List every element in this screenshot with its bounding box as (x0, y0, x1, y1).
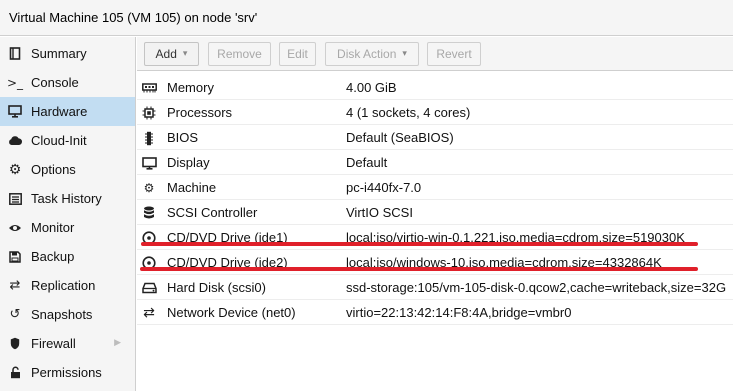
row-value: 4.00 GiB (346, 80, 397, 95)
chip-icon (141, 130, 157, 146)
annotation-underline (141, 242, 698, 246)
sidebar-item-label: Permissions (31, 365, 102, 380)
sidebar-item-label: Summary (31, 46, 87, 61)
terminal-icon: >_ (6, 75, 24, 90)
row-key: Hard Disk (scsi0) (167, 280, 266, 295)
desktop-icon (141, 155, 157, 171)
cloud-icon (8, 134, 22, 148)
monitor-icon (8, 105, 22, 119)
remove-button[interactable]: Remove (208, 42, 271, 66)
annotation-underline (140, 267, 698, 271)
sidebar-item-label: Console (31, 75, 79, 90)
sidebar-item-backup[interactable]: Backup (0, 242, 135, 271)
row-value: 4 (1 sockets, 4 cores) (346, 105, 471, 120)
row-key: SCSI Controller (167, 205, 258, 220)
row-value: Default (SeaBIOS) (346, 130, 454, 145)
add-button-label: Add (155, 47, 177, 61)
sidebar-item-label: Options (31, 162, 76, 177)
table-row[interactable]: ⚙ Machine pc-i440fx-7.0 (137, 175, 733, 200)
table-row[interactable]: Processors 4 (1 sockets, 4 cores) (137, 100, 733, 125)
disk-action-button-label: Disk Action (337, 47, 397, 61)
sidebar-item-summary[interactable]: Summary (0, 39, 135, 68)
chevron-down-icon: ▾ (182, 49, 188, 59)
sidebar-item-label: Cloud-Init (31, 133, 87, 148)
sidebar-item-monitor[interactable]: Monitor (0, 213, 135, 242)
sidebar-item-label: Replication (31, 278, 96, 293)
table-row[interactable]: CD/DVD Drive (ide1) local:iso/virtio-win… (137, 225, 733, 250)
sidebar-item-snapshots[interactable]: ↺ Snapshots (0, 300, 135, 329)
row-key: Processors (167, 105, 233, 120)
sidebar-item-firewall[interactable]: Firewall ▶ (0, 329, 135, 358)
remove-button-label: Remove (217, 47, 262, 61)
table-row[interactable]: Display Default (137, 150, 733, 175)
sidebar-item-label: Monitor (31, 220, 75, 235)
row-value: ssd-storage:105/vm-105-disk-0.qcow2,cach… (346, 280, 727, 295)
eye-icon (8, 221, 22, 235)
table-row[interactable]: BIOS Default (SeaBIOS) (137, 125, 733, 150)
table-row[interactable]: Memory 4.00 GiB (137, 75, 733, 100)
book-icon (8, 47, 22, 61)
sidebar-item-hardware[interactable]: Hardware (0, 97, 135, 126)
table-row[interactable]: SCSI Controller VirtIO SCSI (137, 200, 733, 225)
row-key: BIOS (167, 130, 199, 145)
revert-button-label: Revert (436, 47, 472, 61)
sidebar-item-task-history[interactable]: Task History (0, 184, 135, 213)
chevron-right-icon[interactable]: ▶ (114, 338, 121, 348)
sidebar-item-console[interactable]: >_ Console (0, 68, 135, 97)
sidebar-item-label: Snapshots (31, 307, 93, 322)
sidebar-nav: Summary >_ Console Hardware Cloud-Init ⚙… (0, 37, 136, 391)
shield-icon (8, 337, 22, 351)
row-key: Display (167, 155, 210, 170)
row-value: Default (346, 155, 388, 170)
disk-action-button[interactable]: Disk Action ▾ (325, 42, 419, 66)
floppy-icon (8, 250, 22, 264)
hardware-toolbar: Add ▾ Remove Edit Disk Action ▾ Revert (137, 37, 733, 71)
row-value: virtio=22:13:42:14:F8:4A,bridge=vmbr0 (346, 305, 572, 320)
row-key: Network Device (net0) (167, 305, 296, 320)
sidebar-item-permissions[interactable]: Permissions (0, 358, 135, 387)
table-row[interactable]: Hard Disk (scsi0) ssd-storage:105/vm-105… (137, 275, 733, 300)
history-icon: ↺ (9, 307, 21, 322)
sidebar-item-label: Task History (31, 191, 102, 206)
revert-button[interactable]: Revert (427, 42, 481, 66)
list-icon (8, 192, 22, 206)
sidebar-item-options[interactable]: ⚙ Options (0, 155, 135, 184)
row-key: Memory (167, 80, 214, 95)
row-value: pc-i440fx-7.0 (346, 180, 422, 195)
sidebar-item-label: Backup (31, 249, 75, 264)
retweet-icon: ⇄ (9, 278, 21, 293)
window-title: Virtual Machine 105 (VM 105) on node 'sr… (9, 10, 258, 25)
cogs-icon: ⚙ (143, 181, 155, 195)
row-value: VirtIO SCSI (346, 205, 413, 220)
table-row[interactable]: CD/DVD Drive (ide2) local:iso/windows-10… (137, 250, 733, 275)
row-key: Machine (167, 180, 217, 195)
add-button[interactable]: Add ▾ (144, 42, 199, 66)
gear-icon: ⚙ (8, 161, 22, 178)
sidebar-item-replication[interactable]: ⇄ Replication (0, 271, 135, 300)
sidebar-item-label: Firewall (31, 336, 76, 351)
database-icon (141, 205, 157, 221)
memory-icon (141, 80, 157, 96)
chevron-down-icon: ▾ (402, 49, 407, 59)
edit-button-label: Edit (287, 47, 308, 61)
table-row[interactable]: ⇄ Network Device (net0) virtio=22:13:42:… (137, 300, 733, 325)
unlock-icon (8, 366, 22, 380)
cpu-icon (141, 105, 157, 121)
sidebar-item-cloud-init[interactable]: Cloud-Init (0, 126, 135, 155)
exchange-icon: ⇄ (143, 305, 155, 321)
edit-button[interactable]: Edit (279, 42, 316, 66)
sidebar-item-label: Hardware (31, 104, 88, 119)
hdd-icon (141, 280, 157, 296)
window-titlebar: Virtual Machine 105 (VM 105) on node 'sr… (0, 0, 733, 36)
